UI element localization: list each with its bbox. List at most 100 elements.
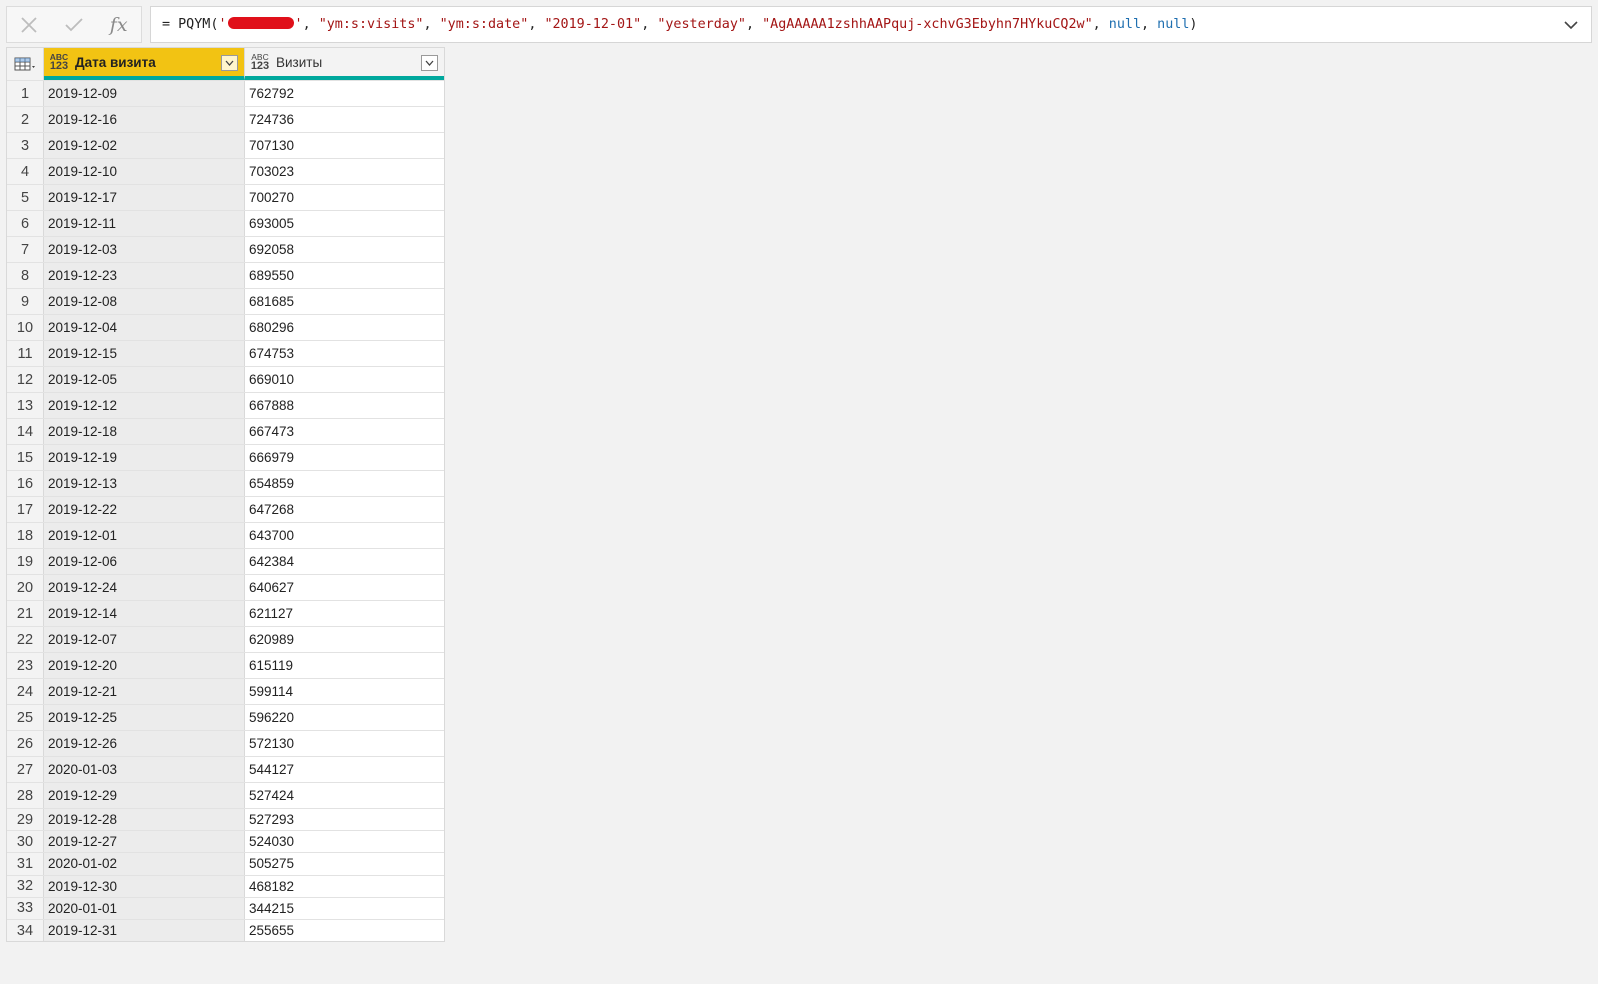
cell-date[interactable]: 2019-12-04 [44, 315, 245, 340]
table-row[interactable]: 3 2019-12-02 707130 [7, 132, 444, 158]
table-row[interactable]: 7 2019-12-03 692058 [7, 236, 444, 262]
cell-visits[interactable]: 703023 [245, 159, 444, 184]
table-row[interactable]: 5 2019-12-17 700270 [7, 184, 444, 210]
table-row[interactable]: 14 2019-12-18 667473 [7, 418, 444, 444]
cell-visits[interactable]: 505275 [245, 853, 444, 874]
cell-date[interactable]: 2020-01-02 [44, 853, 245, 875]
cell-visits[interactable]: 527293 [245, 809, 444, 830]
cell-visits[interactable]: 724736 [245, 107, 444, 132]
table-row[interactable]: 20 2019-12-24 640627 [7, 574, 444, 600]
table-row[interactable]: 25 2019-12-25 596220 [7, 704, 444, 730]
table-row[interactable]: 13 2019-12-12 667888 [7, 392, 444, 418]
column-header-visits[interactable]: ABC 123 Визиты [245, 48, 444, 80]
cell-date[interactable]: 2019-12-22 [44, 497, 245, 522]
cell-visits[interactable]: 643700 [245, 523, 444, 548]
cell-visits[interactable]: 621127 [245, 601, 444, 626]
cell-date[interactable]: 2019-12-20 [44, 653, 245, 678]
column-header-date[interactable]: ABC 123 Дата визита [44, 48, 245, 80]
cell-visits[interactable]: 255655 [245, 920, 444, 941]
cancel-button[interactable] [7, 6, 52, 43]
table-row[interactable]: 1 2019-12-09 762792 [7, 80, 444, 106]
formula-input[interactable]: = PQYM(' ', "ym:s:visits", "ym:s:date", "… [150, 6, 1592, 43]
cell-date[interactable]: 2019-12-29 [44, 783, 245, 808]
cell-visits[interactable]: 654859 [245, 471, 444, 496]
cell-date[interactable]: 2019-12-09 [44, 81, 245, 106]
cell-visits[interactable]: 681685 [245, 289, 444, 314]
table-row[interactable]: 10 2019-12-04 680296 [7, 314, 444, 340]
table-row[interactable]: 16 2019-12-13 654859 [7, 470, 444, 496]
cell-date[interactable]: 2019-12-16 [44, 107, 245, 132]
cell-visits[interactable]: 667473 [245, 419, 444, 444]
cell-visits[interactable]: 599114 [245, 679, 444, 704]
table-row[interactable]: 17 2019-12-22 647268 [7, 496, 444, 522]
cell-date[interactable]: 2019-12-15 [44, 341, 245, 366]
cell-visits[interactable]: 666979 [245, 445, 444, 470]
table-row[interactable]: 27 2020-01-03 544127 [7, 756, 444, 782]
cell-date[interactable]: 2019-12-06 [44, 549, 245, 574]
table-menu-button[interactable] [7, 48, 44, 80]
table-row[interactable]: 26 2019-12-26 572130 [7, 730, 444, 756]
table-row[interactable]: 33 2020-01-01 344215 [7, 896, 444, 919]
cell-date[interactable]: 2019-12-03 [44, 237, 245, 262]
table-row[interactable]: 31 2020-01-02 505275 [7, 852, 444, 875]
cell-visits[interactable]: 762792 [245, 81, 444, 106]
table-row[interactable]: 23 2019-12-20 615119 [7, 652, 444, 678]
table-row[interactable]: 34 2019-12-31 255655 [7, 918, 444, 942]
cell-date[interactable]: 2019-12-21 [44, 679, 245, 704]
filter-dropdown-button[interactable] [421, 55, 438, 71]
cell-visits[interactable]: 667888 [245, 393, 444, 418]
cell-date[interactable]: 2019-12-13 [44, 471, 245, 496]
cell-visits[interactable]: 572130 [245, 731, 444, 756]
cell-date[interactable]: 2019-12-28 [44, 809, 245, 831]
cell-date[interactable]: 2019-12-07 [44, 627, 245, 652]
table-row[interactable]: 11 2019-12-15 674753 [7, 340, 444, 366]
cell-date[interactable]: 2019-12-14 [44, 601, 245, 626]
cell-date[interactable]: 2019-12-05 [44, 367, 245, 392]
cell-date[interactable]: 2019-12-11 [44, 211, 245, 236]
cell-visits[interactable]: 700270 [245, 185, 444, 210]
confirm-button[interactable] [52, 6, 97, 43]
cell-visits[interactable]: 544127 [245, 757, 444, 782]
cell-visits[interactable]: 680296 [245, 315, 444, 340]
table-row[interactable]: 28 2019-12-29 527424 [7, 782, 444, 808]
cell-date[interactable]: 2019-12-31 [44, 919, 245, 942]
table-row[interactable]: 29 2019-12-28 527293 [7, 808, 444, 831]
cell-visits[interactable]: 669010 [245, 367, 444, 392]
insert-function-button[interactable]: fx [96, 6, 141, 43]
cell-date[interactable]: 2019-12-30 [44, 875, 245, 897]
cell-visits[interactable]: 615119 [245, 653, 444, 678]
cell-date[interactable]: 2019-12-08 [44, 289, 245, 314]
table-row[interactable]: 12 2019-12-05 669010 [7, 366, 444, 392]
table-row[interactable]: 32 2019-12-30 468182 [7, 874, 444, 897]
cell-visits[interactable]: 468182 [245, 876, 444, 897]
table-row[interactable]: 24 2019-12-21 599114 [7, 678, 444, 704]
cell-date[interactable]: 2019-12-12 [44, 393, 245, 418]
cell-visits[interactable]: 620989 [245, 627, 444, 652]
cell-visits[interactable]: 674753 [245, 341, 444, 366]
cell-date[interactable]: 2019-12-24 [44, 575, 245, 600]
cell-date[interactable]: 2019-12-10 [44, 159, 245, 184]
cell-date[interactable]: 2019-12-17 [44, 185, 245, 210]
cell-visits[interactable]: 689550 [245, 263, 444, 288]
filter-dropdown-button[interactable] [221, 55, 238, 71]
cell-date[interactable]: 2019-12-19 [44, 445, 245, 470]
table-row[interactable]: 18 2019-12-01 643700 [7, 522, 444, 548]
cell-date[interactable]: 2019-12-26 [44, 731, 245, 756]
cell-visits[interactable]: 596220 [245, 705, 444, 730]
expand-formula-button[interactable] [1561, 14, 1581, 36]
cell-date[interactable]: 2019-12-18 [44, 419, 245, 444]
cell-date[interactable]: 2020-01-01 [44, 897, 245, 919]
table-row[interactable]: 19 2019-12-06 642384 [7, 548, 444, 574]
cell-visits[interactable]: 647268 [245, 497, 444, 522]
table-row[interactable]: 21 2019-12-14 621127 [7, 600, 444, 626]
cell-date[interactable]: 2020-01-03 [44, 757, 245, 782]
cell-visits[interactable]: 692058 [245, 237, 444, 262]
cell-visits[interactable]: 344215 [245, 898, 444, 919]
cell-date[interactable]: 2019-12-27 [44, 831, 245, 853]
table-row[interactable]: 22 2019-12-07 620989 [7, 626, 444, 652]
cell-visits[interactable]: 527424 [245, 783, 444, 808]
cell-visits[interactable]: 524030 [245, 831, 444, 852]
cell-visits[interactable]: 642384 [245, 549, 444, 574]
cell-date[interactable]: 2019-12-01 [44, 523, 245, 548]
table-row[interactable]: 15 2019-12-19 666979 [7, 444, 444, 470]
